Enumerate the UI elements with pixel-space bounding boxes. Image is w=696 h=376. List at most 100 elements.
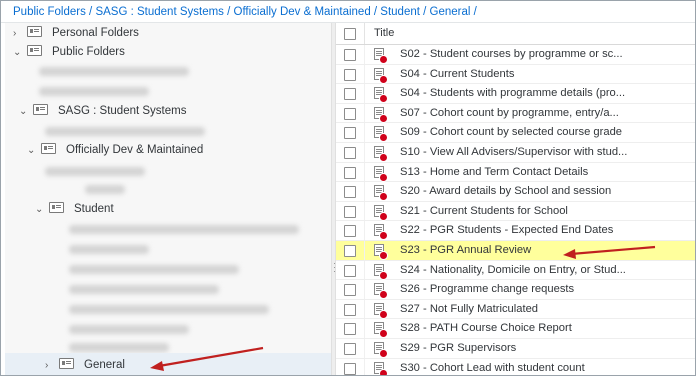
report-title[interactable]: S22 - PGR Students - Expected End Dates <box>400 221 613 240</box>
row-checkbox[interactable] <box>344 166 356 179</box>
redacted-item <box>45 167 145 176</box>
folder-icon <box>27 45 42 57</box>
report-title[interactable]: S13 - Home and Term Contact Details <box>400 163 588 182</box>
report-document-icon <box>374 185 388 202</box>
row-checkbox[interactable] <box>344 127 356 140</box>
report-document-icon <box>374 126 388 143</box>
report-title[interactable]: S09 - Cohort count by selected course gr… <box>400 123 622 142</box>
report-document-icon <box>374 302 388 319</box>
tree-node-general[interactable]: › General <box>45 355 125 375</box>
redacted-item <box>39 87 149 96</box>
chevron-right-icon[interactable]: › <box>45 356 59 375</box>
chevron-down-icon[interactable]: ⌄ <box>35 200 49 220</box>
table-row[interactable]: S02 - Student courses by programme or sc… <box>336 45 695 65</box>
table-row[interactable]: S20 - Award details by School and sessio… <box>336 182 695 202</box>
chevron-right-icon[interactable]: › <box>13 24 27 44</box>
table-row[interactable]: S29 - PGR Supervisors <box>336 339 695 359</box>
row-checkbox[interactable] <box>344 303 356 316</box>
report-title[interactable]: S04 - Current Students <box>400 65 514 84</box>
column-divider <box>364 201 365 221</box>
table-row[interactable]: S04 - Students with programme details (p… <box>336 84 695 104</box>
report-document-icon <box>374 283 388 300</box>
column-header-title[interactable]: Title <box>374 23 394 44</box>
column-divider <box>364 23 365 44</box>
column-divider <box>364 84 365 103</box>
column-divider <box>364 319 365 338</box>
row-checkbox[interactable] <box>344 107 356 120</box>
folder-icon <box>41 143 56 155</box>
row-checkbox[interactable] <box>344 49 356 61</box>
report-title[interactable]: S23 - PGR Annual Review <box>400 241 531 260</box>
redacted-item <box>69 225 299 234</box>
row-checkbox[interactable] <box>344 68 356 81</box>
report-title[interactable]: S21 - Current Students for School <box>400 202 568 221</box>
tree-node-label: Public Folders <box>52 46 125 58</box>
table-row[interactable]: S28 - PATH Course Choice Report <box>336 319 695 339</box>
row-checkbox[interactable] <box>344 323 356 336</box>
tree-node-personal-folders[interactable]: › Personal Folders <box>13 23 139 43</box>
row-checkbox[interactable] <box>344 343 356 355</box>
select-all-checkbox[interactable] <box>344 28 356 40</box>
redacted-item <box>69 325 189 334</box>
report-document-icon <box>374 263 388 280</box>
report-title[interactable]: S28 - PATH Course Choice Report <box>400 319 572 338</box>
report-document-icon <box>374 87 388 104</box>
report-title[interactable]: S24 - Nationality, Domicile on Entry, or… <box>400 261 626 280</box>
tree-node-label: General <box>84 359 125 371</box>
table-row[interactable]: S26 - Programme change requests <box>336 280 695 300</box>
chevron-down-icon[interactable]: ⌄ <box>19 102 33 122</box>
breadcrumb[interactable]: Public Folders / SASG : Student Systems … <box>1 1 695 23</box>
tree-node-official[interactable]: ⌄ Officially Dev & Maintained <box>27 140 203 160</box>
report-document-icon <box>374 106 388 123</box>
table-row[interactable]: S22 - PGR Students - Expected End Dates <box>336 221 695 241</box>
tree-node-label: Officially Dev & Maintained <box>66 144 204 156</box>
report-title[interactable]: S20 - Award details by School and sessio… <box>400 182 611 201</box>
report-title[interactable]: S10 - View All Advisers/Supervisor with … <box>400 143 627 162</box>
table-row[interactable]: S24 - Nationality, Domicile on Entry, or… <box>336 260 695 281</box>
table-row[interactable]: S23 - PGR Annual Review <box>336 241 695 261</box>
row-checkbox[interactable] <box>344 225 356 238</box>
tree-node-sasg[interactable]: ⌄ SASG : Student Systems <box>19 101 186 121</box>
report-document-icon <box>374 146 388 162</box>
chevron-down-icon[interactable]: ⌄ <box>27 141 41 161</box>
row-checkbox[interactable] <box>344 186 356 199</box>
column-divider <box>364 241 365 260</box>
table-row[interactable]: S21 - Current Students for School <box>336 201 695 222</box>
table-row[interactable]: S07 - Cohort count by programme, entry/a… <box>336 103 695 124</box>
row-checkbox[interactable] <box>344 264 356 277</box>
report-title[interactable]: S07 - Cohort count by programme, entry/a… <box>400 104 619 123</box>
table-row[interactable]: S09 - Cohort count by selected course gr… <box>336 123 695 143</box>
table-row[interactable]: S04 - Current Students <box>336 64 695 85</box>
report-title[interactable]: S26 - Programme change requests <box>400 280 574 299</box>
row-checkbox[interactable] <box>344 284 356 297</box>
report-title[interactable]: S04 - Students with programme details (p… <box>400 84 625 103</box>
column-divider <box>364 103 365 123</box>
row-checkbox[interactable] <box>344 205 356 218</box>
column-divider <box>364 64 365 84</box>
tree-node-student[interactable]: ⌄ Student <box>35 199 114 219</box>
report-title[interactable]: S30 - Cohort Lead with student count <box>400 359 585 375</box>
row-checkbox[interactable] <box>344 245 356 257</box>
folder-icon <box>27 26 42 38</box>
folder-tree-panel: › Personal Folders ⌄ Public Folders ⌄ SASG … <box>5 23 331 375</box>
report-list-panel: Title S02 - Student courses by programme… <box>336 23 695 375</box>
column-divider <box>364 299 365 319</box>
column-divider <box>364 358 365 375</box>
redacted-item <box>69 305 269 314</box>
window-frame: Public Folders / SASG : Student Systems … <box>0 0 696 376</box>
row-checkbox[interactable] <box>344 88 356 101</box>
column-divider <box>364 182 365 201</box>
folder-icon <box>59 358 74 370</box>
tree-node-public-folders[interactable]: ⌄ Public Folders <box>13 42 125 62</box>
table-row[interactable]: S13 - Home and Term Contact Details <box>336 162 695 183</box>
table-row[interactable]: S30 - Cohort Lead with student count <box>336 358 695 375</box>
report-title[interactable]: S29 - PGR Supervisors <box>400 339 516 358</box>
table-row[interactable]: S10 - View All Advisers/Supervisor with … <box>336 143 695 163</box>
row-checkbox[interactable] <box>344 362 356 375</box>
report-document-icon <box>374 361 388 375</box>
table-row[interactable]: S27 - Not Fully Matriculated <box>336 299 695 320</box>
chevron-down-icon[interactable]: ⌄ <box>13 43 27 63</box>
report-title[interactable]: S02 - Student courses by programme or sc… <box>400 45 623 64</box>
report-title[interactable]: S27 - Not Fully Matriculated <box>400 300 538 319</box>
row-checkbox[interactable] <box>344 147 356 159</box>
